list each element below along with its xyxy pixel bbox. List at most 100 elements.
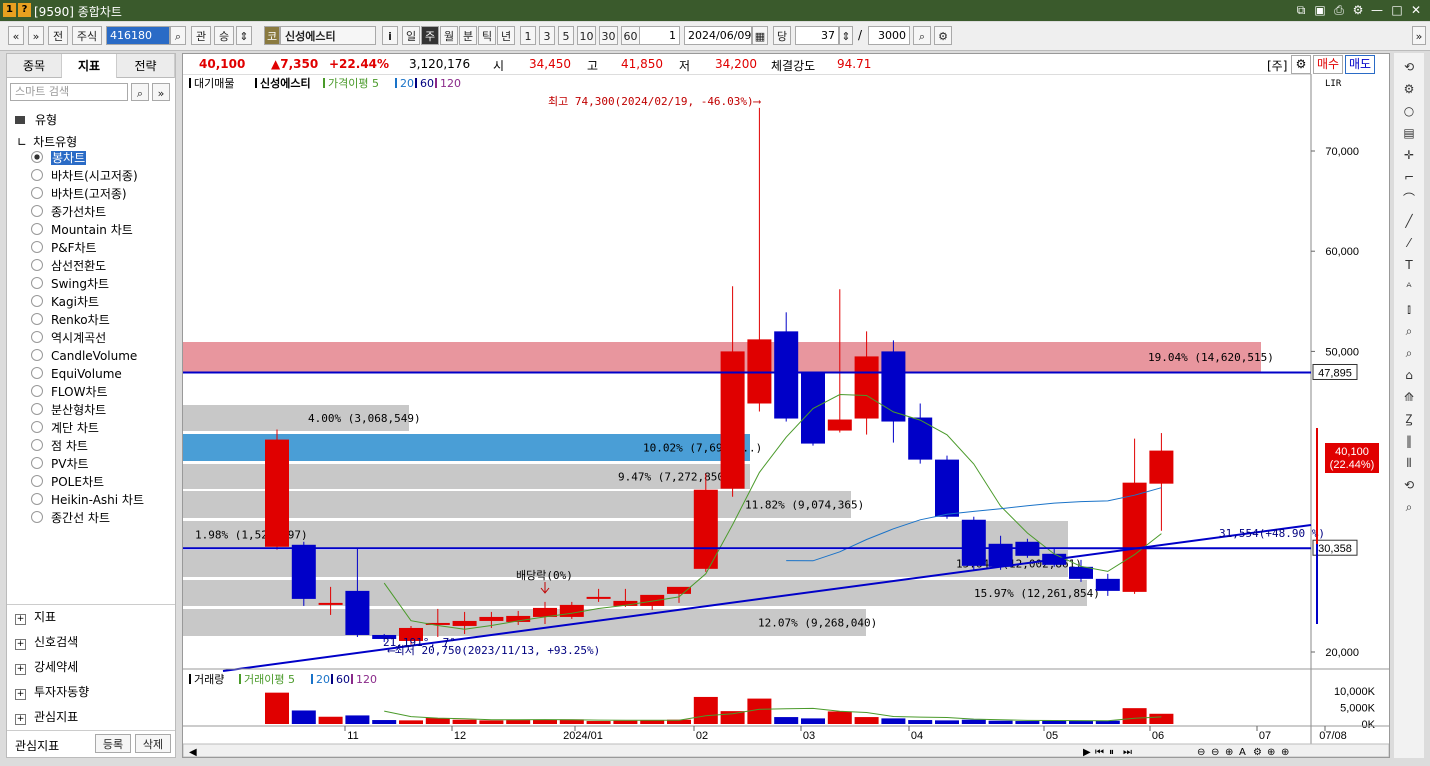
tab-0[interactable]: 종목 [7,54,62,78]
chart-type-item[interactable]: CandleVolume [31,348,137,365]
chart-control-icon[interactable]: ⊕ [1225,747,1233,757]
close-icon[interactable]: ✕ [1407,2,1425,19]
buy-button[interactable]: 매수 [1313,55,1343,74]
tool-icon-9[interactable]: T [1398,255,1420,275]
radio-icon[interactable] [31,475,43,487]
chart-control-icon[interactable]: ⊕ [1267,747,1275,757]
market-select[interactable]: 주식 [72,26,102,45]
chart-type-item[interactable]: 봉차트 [31,150,87,167]
seung-button[interactable]: 승 [214,26,234,45]
chart-type-item[interactable]: FLOW차트 [31,384,108,401]
tool-icon-6[interactable]: ⌒ [1398,189,1420,209]
tab-1[interactable]: 지표 [62,54,117,78]
horizontal-scrollbar[interactable] [183,743,1389,757]
radio-icon[interactable] [31,277,43,289]
period-button-5[interactable]: 년 [497,26,515,45]
chart-type-item[interactable]: Swing차트 [31,276,109,293]
print-icon[interactable]: ⎙ [1330,2,1348,19]
delete-button[interactable]: 삭제 [135,734,171,753]
expand-icon[interactable]: + [15,639,26,650]
scroll-left-icon[interactable]: ◀ [189,747,197,757]
price-chart[interactable]: 70,000 60,000 50,000 20,000 4.00% (3,068,549… [183,74,1389,757]
axis-mode-icon[interactable]: LIR [1325,79,1342,89]
radio-icon[interactable] [31,313,43,325]
radio-icon[interactable] [31,151,43,163]
radio-icon[interactable] [31,205,43,217]
tool-icon-1[interactable]: ⚙ [1398,79,1420,99]
period-button-3[interactable]: 분 [459,26,477,45]
tool-icon-0[interactable]: ⟲ [1398,57,1420,77]
tool-icon-14[interactable]: ⌂ [1398,365,1420,385]
nav-prev-button[interactable]: « [8,26,24,45]
chart-type-item[interactable]: Heikin-Ashi 차트 [31,492,144,509]
chart-gear-icon[interactable]: ⚙ [1291,55,1311,74]
expand-icon[interactable]: + [15,689,26,700]
search-icon[interactable]: ⌕ [131,83,149,101]
zoom-icon[interactable]: ⌕ [913,26,931,45]
chart-control-icon[interactable]: ⊕ [1281,747,1289,757]
chart-type-item[interactable]: EquiVolume [31,366,122,383]
count-spin-icon[interactable]: ⇕ [839,26,853,45]
expand-icon[interactable]: + [15,714,26,725]
chart-type-item[interactable]: 역시계곡선 [31,330,106,347]
expand-icon[interactable]: + [15,614,26,625]
tool-icon-13[interactable]: ⌕ [1398,343,1420,363]
gwan-button[interactable]: 관 [191,26,211,45]
radio-icon[interactable] [31,385,43,397]
accordion-item[interactable]: + 투자자동향 [15,681,89,703]
accordion-item[interactable]: + 지표 [15,606,56,628]
chart-control-icon[interactable]: A [1239,747,1246,757]
chart-type-item[interactable]: POLE차트 [31,474,104,491]
chart-type-item[interactable]: 종가선차트 [31,204,106,221]
chart-type-item[interactable]: PV차트 [31,456,89,473]
chart-control-icon[interactable]: ⊖ [1211,747,1219,757]
period-button-0[interactable]: 일 [402,26,420,45]
chart-settings-icon[interactable]: ⚙ [934,26,952,45]
chart-type-item[interactable]: Mountain 차트 [31,222,133,239]
radio-icon[interactable] [31,331,43,343]
tool-icon-5[interactable]: ⌐ [1398,167,1420,187]
radio-icon[interactable] [31,169,43,181]
interval-button-1[interactable]: 1 [520,26,536,45]
chart-type-item[interactable]: 분산형차트 [31,402,106,419]
accordion-item[interactable]: + 신호검색 [15,631,78,653]
radio-icon[interactable] [31,421,43,433]
chart-control-icon[interactable]: ⊖ [1197,747,1205,757]
tool-icon-7[interactable]: ╱ [1398,211,1420,231]
settings-icon[interactable]: ⚙ [1349,2,1367,19]
chart-type-item[interactable]: Kagi차트 [31,294,99,311]
tool-icon-3[interactable]: ▤ [1398,123,1420,143]
tool-icon-19[interactable]: ⟲ [1398,475,1420,495]
period-button-1[interactable]: 주 [421,26,439,45]
calendar-icon[interactable]: ▦ [752,26,768,45]
radio-icon[interactable] [31,439,43,451]
chart-type-item[interactable]: P&F차트 [31,240,97,257]
expand-icon[interactable]: » [1412,26,1426,45]
radio-icon[interactable] [31,493,43,505]
radio-icon[interactable] [31,241,43,253]
date-input[interactable]: 2024/06/09 [684,26,752,45]
radio-icon[interactable] [31,457,43,469]
scroll-right-icon[interactable]: ▶ [1083,747,1091,757]
chart-type-item[interactable]: 점 차트 [31,438,88,455]
interval-button-10[interactable]: 10 [577,26,596,45]
link-icon[interactable]: ⧉ [1292,2,1310,19]
tool-icon-17[interactable]: ‖ [1398,431,1420,451]
radio-icon[interactable] [31,295,43,307]
radio-icon[interactable] [31,187,43,199]
register-button[interactable]: 등록 [95,734,131,753]
period-button-4[interactable]: 틱 [478,26,496,45]
screen-icon[interactable]: ▣ [1311,2,1329,19]
radio-icon[interactable] [31,403,43,415]
smart-search-input[interactable]: 스마트 검색 [10,83,128,101]
period-button-2[interactable]: 월 [440,26,458,45]
dropdown-icon[interactable]: » [152,83,170,101]
chart-type-item[interactable]: 종간선 차트 [31,510,110,527]
badge-1[interactable]: 1 [3,3,16,17]
radio-icon[interactable] [31,223,43,235]
chart-type-item[interactable]: 바차트(시고저종) [31,168,138,185]
minimize-icon[interactable]: — [1368,2,1386,19]
maximize-icon[interactable]: □ [1388,2,1406,19]
chart-control-icon[interactable]: ⏭ [1123,747,1132,757]
tool-icon-10[interactable]: ᴬ [1398,277,1420,297]
